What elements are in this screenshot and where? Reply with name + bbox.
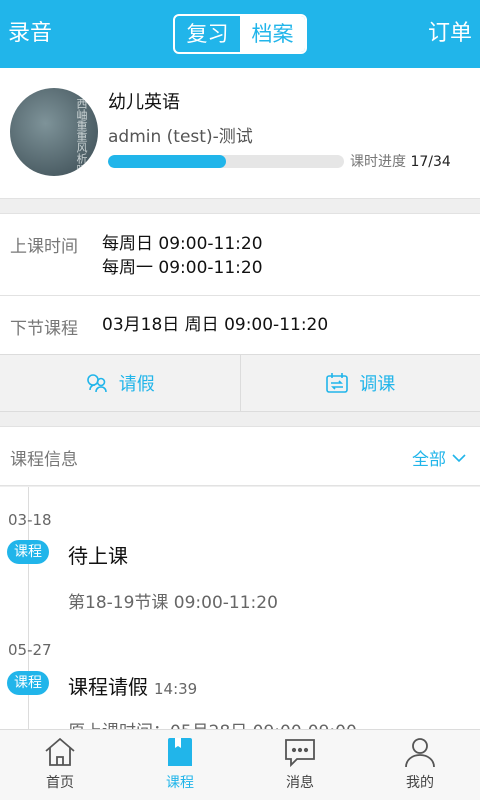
class-time-row: 上课时间 每周日 09:00-11:20 每周一 09:00-11:20 bbox=[0, 214, 480, 296]
home-icon bbox=[45, 737, 75, 766]
tab-courses[interactable]: 课程 bbox=[120, 730, 240, 800]
chevron-down-icon bbox=[452, 453, 466, 462]
event-title-text: 课程请假 bbox=[68, 675, 148, 699]
top-bar: 录音 复习 档案 订单 bbox=[0, 0, 480, 68]
leave-button[interactable]: 请假 bbox=[0, 355, 240, 411]
tab-home[interactable]: 首页 bbox=[0, 730, 120, 800]
course-info-header: 课程信息 全部 bbox=[0, 426, 480, 486]
message-icon bbox=[285, 739, 315, 768]
tab-label: 我的 bbox=[406, 775, 434, 791]
user-icon bbox=[405, 738, 435, 768]
tab-me[interactable]: 我的 bbox=[360, 730, 480, 800]
segment-control: 复习 档案 bbox=[173, 14, 307, 54]
progress-bar bbox=[108, 155, 344, 168]
tab-messages[interactable]: 消息 bbox=[240, 730, 360, 800]
segment-archive[interactable]: 档案 bbox=[240, 16, 305, 52]
record-button[interactable]: 录音 bbox=[8, 18, 52, 50]
user-name: admin (test)-测试 bbox=[108, 127, 253, 147]
leave-icon bbox=[86, 374, 107, 393]
timeline-date: 05-27 bbox=[8, 641, 52, 659]
progress-text: 课时进度 bbox=[350, 154, 406, 170]
next-class-value: 03月18日 周日 09:00-11:20 bbox=[102, 315, 329, 335]
filter-label: 全部 bbox=[412, 450, 446, 470]
schedule-section: 上课时间 每周日 09:00-11:20 每周一 09:00-11:20 下节课… bbox=[0, 213, 480, 354]
reschedule-button[interactable]: 调课 bbox=[239, 355, 480, 411]
timeline-event-detail: 原上课时间：05月28日 09:00-09:00 bbox=[68, 717, 357, 729]
progress-value: 17/34 bbox=[410, 154, 451, 170]
timeline-tag: 课程 bbox=[7, 540, 49, 564]
event-time: 14:39 bbox=[154, 680, 198, 698]
bottom-tab-bar: 首页 课程 消息 我的 bbox=[0, 729, 480, 800]
timeline-date: 03-18 bbox=[8, 511, 52, 529]
progress-label: 课时进度 17/34 bbox=[350, 153, 451, 171]
class-time-1: 每周日 09:00-11:20 bbox=[102, 234, 263, 254]
action-bar: 请假 调课 bbox=[0, 354, 480, 412]
avatar[interactable]: 西岫重重风析晴 bbox=[10, 88, 98, 176]
timeline-tag: 课程 bbox=[7, 671, 49, 695]
orders-button[interactable]: 订单 bbox=[428, 18, 472, 50]
tab-label: 首页 bbox=[46, 775, 74, 791]
next-class-label: 下节课程 bbox=[10, 319, 78, 339]
class-time-2: 每周一 09:00-11:20 bbox=[102, 258, 263, 278]
event-title-text: 待上课 bbox=[68, 544, 128, 568]
reschedule-label: 调课 bbox=[359, 374, 396, 395]
progress-fill bbox=[108, 155, 226, 168]
next-class-row: 下节课程 03月18日 周日 09:00-11:20 bbox=[0, 296, 480, 354]
timeline-event-detail: 第18-19节课 09:00-11:20 bbox=[68, 593, 278, 613]
course-timeline: 03-18 课程 待上课 第18-19节课 09:00-11:20 05-27 … bbox=[0, 487, 480, 729]
leave-label: 请假 bbox=[118, 374, 155, 395]
timeline-event-title[interactable]: 课程请假 14:39 bbox=[68, 671, 197, 700]
segment-review[interactable]: 复习 bbox=[175, 16, 240, 52]
tab-label: 课程 bbox=[166, 775, 194, 791]
timeline-event-title[interactable]: 待上课 bbox=[68, 540, 128, 569]
course-info-title: 课程信息 bbox=[10, 450, 78, 470]
tab-label: 消息 bbox=[286, 775, 314, 791]
filter-dropdown[interactable]: 全部 bbox=[412, 445, 466, 470]
avatar-calligraphy: 西岫重重风析晴 bbox=[75, 98, 88, 175]
book-icon bbox=[168, 738, 192, 766]
course-name: 幼儿英语 bbox=[108, 92, 180, 113]
reschedule-icon bbox=[326, 373, 349, 393]
class-time-label: 上课时间 bbox=[10, 237, 78, 257]
